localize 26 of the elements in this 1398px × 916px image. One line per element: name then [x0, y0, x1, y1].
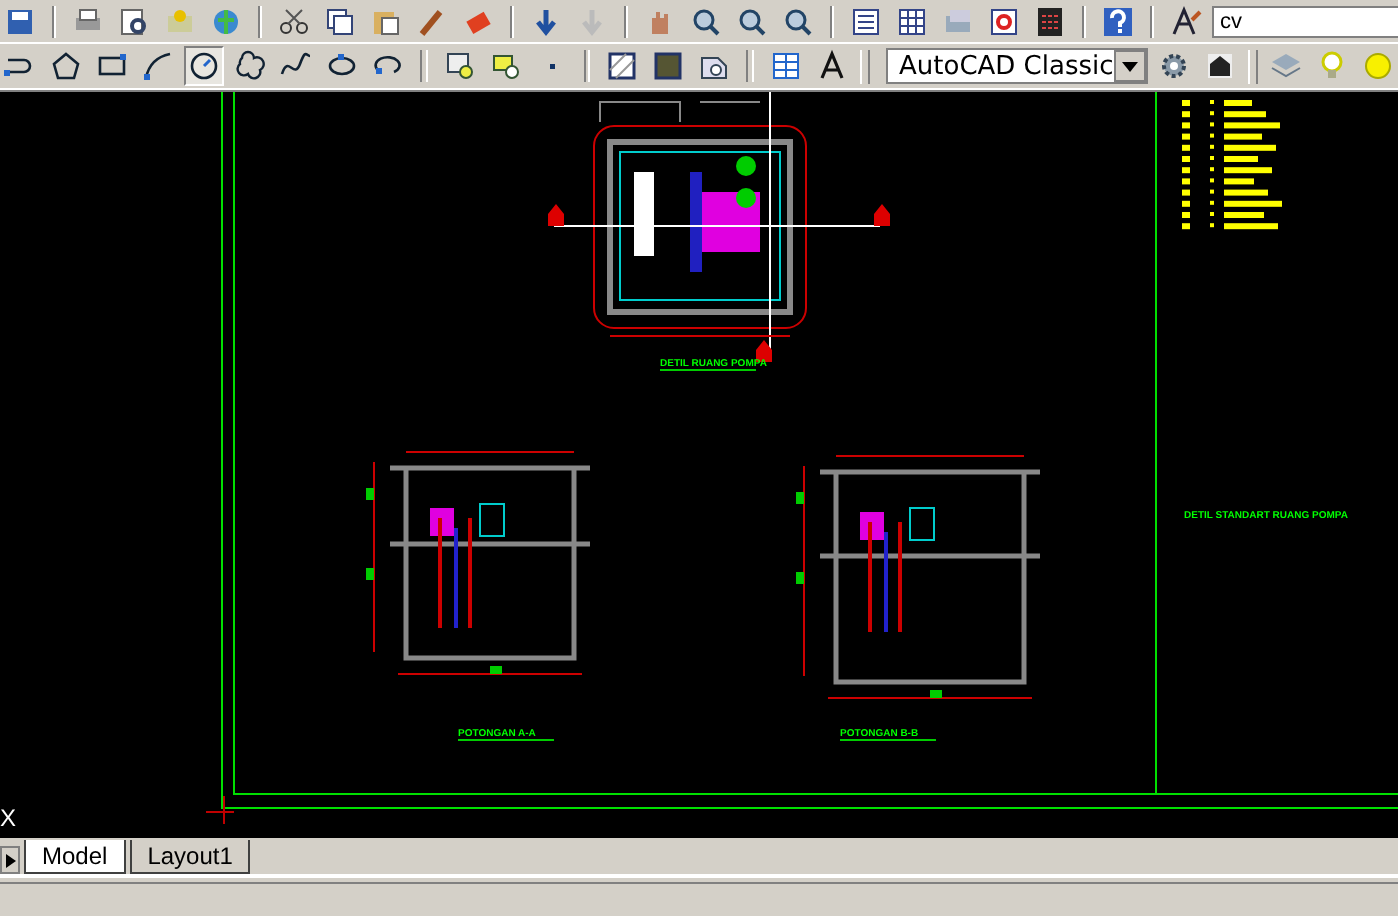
circle-tool-icon[interactable] [186, 48, 222, 84]
text-style-icon[interactable] [1168, 3, 1204, 39]
properties-icon[interactable] [848, 3, 884, 39]
tab-scroll-icon[interactable] [5, 853, 15, 867]
insert-block-tool-icon[interactable] [441, 48, 477, 84]
polygon-tool-icon[interactable] [48, 48, 84, 84]
layout-tab[interactable]: Layout1 [129, 840, 251, 874]
copy-icon[interactable] [322, 3, 358, 39]
help-icon[interactable] [1100, 3, 1136, 39]
hatch-tool-icon[interactable] [604, 48, 640, 84]
style-name-field[interactable]: cv [1212, 5, 1398, 37]
legend-drawing [1182, 100, 1282, 230]
table-tool-icon[interactable] [767, 48, 803, 84]
crosshair-cursor [205, 795, 235, 825]
dropdown-arrow-icon [1121, 61, 1138, 71]
print-preview-icon[interactable] [116, 3, 152, 39]
ucs-axis-label: X [0, 804, 17, 832]
cut-icon[interactable] [276, 3, 312, 39]
cloud-tool-icon[interactable] [232, 48, 268, 84]
arc-tool-icon[interactable] [140, 48, 176, 84]
markup-icon[interactable] [986, 3, 1022, 39]
workspace-dropdown[interactable]: AutoCAD Classic [885, 48, 1148, 84]
layout-tab[interactable]: Model [24, 840, 126, 874]
gradient-tool-icon[interactable] [650, 48, 686, 84]
calculator-icon[interactable] [1032, 3, 1068, 39]
design-center-icon[interactable] [894, 3, 930, 39]
